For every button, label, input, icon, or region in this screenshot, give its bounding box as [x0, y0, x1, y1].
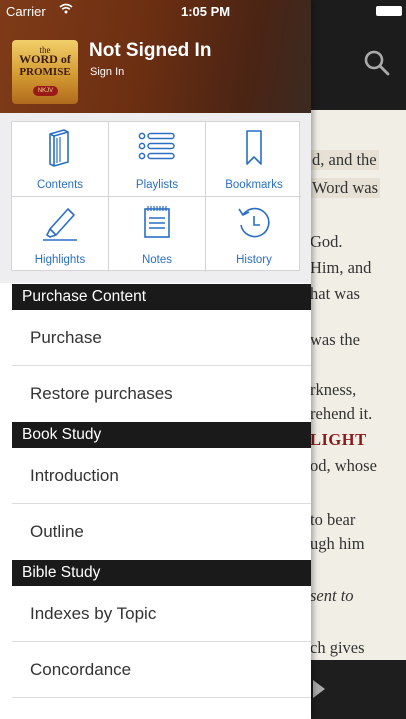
- scripture-line: Him, and: [310, 258, 372, 277]
- book-cover-line3: PROMISE: [19, 66, 71, 78]
- scripture-line: was the: [310, 330, 360, 349]
- user-name: Not Signed In: [89, 40, 212, 61]
- menu-item-restore-purchases[interactable]: Restore purchases: [12, 366, 311, 422]
- contents-button[interactable]: Contents: [12, 122, 108, 197]
- scripture-line: hat was: [310, 284, 360, 303]
- bookmarks-button[interactable]: Bookmarks: [206, 122, 302, 197]
- search-icon[interactable]: [362, 48, 392, 78]
- book-cover-line2: WORD of: [19, 52, 71, 66]
- side-drawer: the WORD of PROMISE NKJV Not Signed In S…: [0, 0, 311, 719]
- menu-item-introduction[interactable]: Introduction: [12, 448, 311, 504]
- scripture-line: ugh him: [310, 534, 365, 553]
- scripture-line: Word was: [310, 178, 381, 198]
- menu-item-indexes-by-topic[interactable]: Indexes by Topic: [12, 586, 311, 642]
- quick-actions-area: Contents Playlists Bookmarks Highlights …: [0, 113, 311, 283]
- scripture-line: od, whose: [310, 456, 377, 475]
- bookmark-icon: [246, 130, 262, 165]
- section-header-bible-study: Bible Study: [12, 560, 311, 586]
- scripture-line: sent to: [310, 586, 354, 605]
- menu-item-concordance[interactable]: Concordance: [12, 642, 311, 698]
- history-icon: [238, 207, 270, 238]
- battery-icon: [376, 6, 402, 16]
- scripture-line: rehend it.: [310, 404, 373, 423]
- wifi-icon: [59, 3, 73, 17]
- highlights-button[interactable]: Highlights: [12, 197, 108, 272]
- history-button[interactable]: History: [206, 197, 302, 272]
- notes-button[interactable]: Notes: [109, 197, 205, 272]
- playlists-label: Playlists: [135, 179, 179, 191]
- history-label: History: [236, 254, 272, 266]
- scripture-line: rkness,: [310, 380, 357, 399]
- menu-item-outline[interactable]: Outline: [12, 504, 311, 560]
- play-icon[interactable]: [313, 680, 325, 698]
- scripture-line: to bear: [310, 510, 356, 529]
- menu-item-purchase[interactable]: Purchase: [12, 310, 311, 366]
- bookmarks-label: Bookmarks: [225, 179, 283, 191]
- scripture-line: God.: [310, 232, 343, 251]
- playlists-button[interactable]: Playlists: [109, 122, 205, 197]
- contents-icon: [49, 129, 69, 167]
- notes-label: Notes: [141, 254, 173, 266]
- scripture-line: d, and the: [310, 150, 379, 170]
- highlights-label: Highlights: [34, 254, 86, 266]
- notepad-icon: [144, 206, 170, 238]
- book-cover-logo: the WORD of PROMISE NKJV: [12, 40, 78, 104]
- sign-in-link[interactable]: Sign In: [90, 66, 124, 78]
- carrier-label: Carrier: [6, 4, 46, 19]
- playlists-icon: [138, 132, 175, 160]
- scripture-line: ch gives: [310, 638, 365, 657]
- scripture-line-light: LIGHT: [310, 430, 367, 449]
- status-bar: Carrier 1:05 PM: [0, 0, 406, 20]
- book-cover-badge: NKJV: [33, 86, 58, 96]
- menu-item-subject-index[interactable]: Subject Index: [12, 698, 311, 719]
- contents-label: Contents: [36, 179, 84, 191]
- section-header-purchase-content: Purchase Content: [12, 284, 311, 310]
- quick-actions-grid: Contents Playlists Bookmarks Highlights …: [11, 121, 302, 272]
- section-header-book-study: Book Study: [12, 422, 311, 448]
- clock: 1:05 PM: [181, 4, 231, 19]
- highlighter-icon: [43, 208, 77, 241]
